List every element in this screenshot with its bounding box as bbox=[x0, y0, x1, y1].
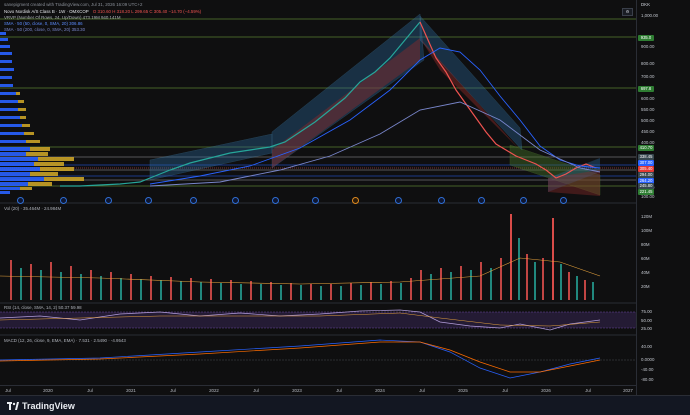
price-axis-label: 550.00 bbox=[641, 107, 655, 112]
macd-axis-label: -40.00 bbox=[641, 367, 654, 372]
rsi-axis-label: 75.00 bbox=[641, 309, 652, 314]
price-level-tag[interactable]: 410.70 bbox=[638, 145, 654, 151]
settings-icon[interactable]: ⚙ bbox=[622, 8, 633, 16]
time-axis-label: 2021 bbox=[126, 388, 136, 393]
event-marker[interactable] bbox=[560, 197, 567, 204]
time-axis-label: 2023 bbox=[292, 388, 302, 393]
price-axis-label: 700.00 bbox=[641, 74, 655, 79]
time-axis-label: 2026 bbox=[541, 388, 551, 393]
tradingview-logo-icon bbox=[7, 402, 19, 410]
time-axis-label: 2022 bbox=[209, 388, 219, 393]
price-axis-label: 800.00 bbox=[641, 61, 655, 66]
brand-label: TradingView bbox=[22, 401, 75, 411]
rsi-axis-label: 25.00 bbox=[641, 326, 652, 331]
event-marker[interactable] bbox=[520, 197, 527, 204]
price-level-tag[interactable]: 697.8 bbox=[638, 86, 654, 92]
price-axis-label: 900.00 bbox=[641, 44, 655, 49]
volume-axis-label: 20M bbox=[641, 284, 650, 289]
time-axis-label: Jul bbox=[87, 388, 93, 393]
time-axis-label: Jul bbox=[585, 388, 591, 393]
price-level-tag[interactable]: 221.45 bbox=[638, 189, 654, 195]
event-marker[interactable] bbox=[272, 197, 279, 204]
event-marker[interactable] bbox=[60, 197, 67, 204]
price-chart[interactable] bbox=[0, 0, 636, 385]
price-axis-label: 1,000.00 bbox=[641, 13, 659, 18]
time-axis-label: Jul bbox=[170, 388, 176, 393]
price-level-tag[interactable]: 935.0 bbox=[638, 35, 654, 41]
volume-bars bbox=[10, 214, 594, 300]
tradingview-logo[interactable]: TradingView bbox=[7, 401, 75, 411]
volume-axis-label: 40M bbox=[641, 270, 650, 275]
time-axis-label: Jul bbox=[5, 388, 11, 393]
event-marker-dividend[interactable] bbox=[352, 197, 359, 204]
volume-profile bbox=[0, 32, 84, 194]
time-axis-label: Jul bbox=[419, 388, 425, 393]
macd-axis-label: 0.0000 bbox=[641, 357, 655, 362]
macd-axis-label: -80.00 bbox=[641, 377, 654, 382]
time-axis-label: Jul bbox=[336, 388, 342, 393]
event-marker[interactable] bbox=[312, 197, 319, 204]
event-marker[interactable] bbox=[145, 197, 152, 204]
macd-legend[interactable]: MACD (12, 26, close, 9, EMA, EMA) · 7.53… bbox=[4, 338, 126, 343]
price-axis-label: 500.00 bbox=[641, 118, 655, 123]
volume-axis-label: 80M bbox=[641, 242, 650, 247]
time-axis-label: Jul bbox=[253, 388, 259, 393]
event-marker[interactable] bbox=[395, 197, 402, 204]
time-axis-label: 2027 bbox=[623, 388, 633, 393]
event-marker[interactable] bbox=[232, 197, 239, 204]
time-axis-label: 2020 bbox=[43, 388, 53, 393]
volume-axis-label: 60M bbox=[641, 256, 650, 261]
price-axis-label: 450.00 bbox=[641, 129, 655, 134]
event-marker[interactable] bbox=[105, 197, 112, 204]
macd-axis-label: 40.00 bbox=[641, 344, 652, 349]
time-axis-label: Jul bbox=[502, 388, 508, 393]
time-axis-label: 2025 bbox=[458, 388, 468, 393]
event-marker[interactable] bbox=[478, 197, 485, 204]
volume-axis-label: 120M bbox=[641, 214, 652, 219]
currency-label: DKK bbox=[641, 2, 651, 7]
time-axis-label: 2024 bbox=[375, 388, 385, 393]
price-axis[interactable]: DKK 1,000.00 900.00 800.00 700.00 600.00… bbox=[636, 0, 690, 395]
event-marker[interactable] bbox=[438, 197, 445, 204]
volume-legend[interactable]: Vol (20) · 35.464M · 24.984M bbox=[4, 206, 61, 211]
rsi-axis-label: 50.00 bbox=[641, 318, 652, 323]
rsi-legend[interactable]: RSI (14, close, SMA, 14, 2) 50.37 59.98 bbox=[4, 305, 82, 310]
volume-axis-label: 100M bbox=[641, 228, 652, 233]
footer-bar: TradingView bbox=[0, 395, 690, 415]
event-marker[interactable] bbox=[17, 197, 24, 204]
price-axis-label: 600.00 bbox=[641, 96, 655, 101]
tradingview-screenshot: sanepigment created with TradingView.com… bbox=[0, 0, 690, 415]
event-marker[interactable] bbox=[190, 197, 197, 204]
